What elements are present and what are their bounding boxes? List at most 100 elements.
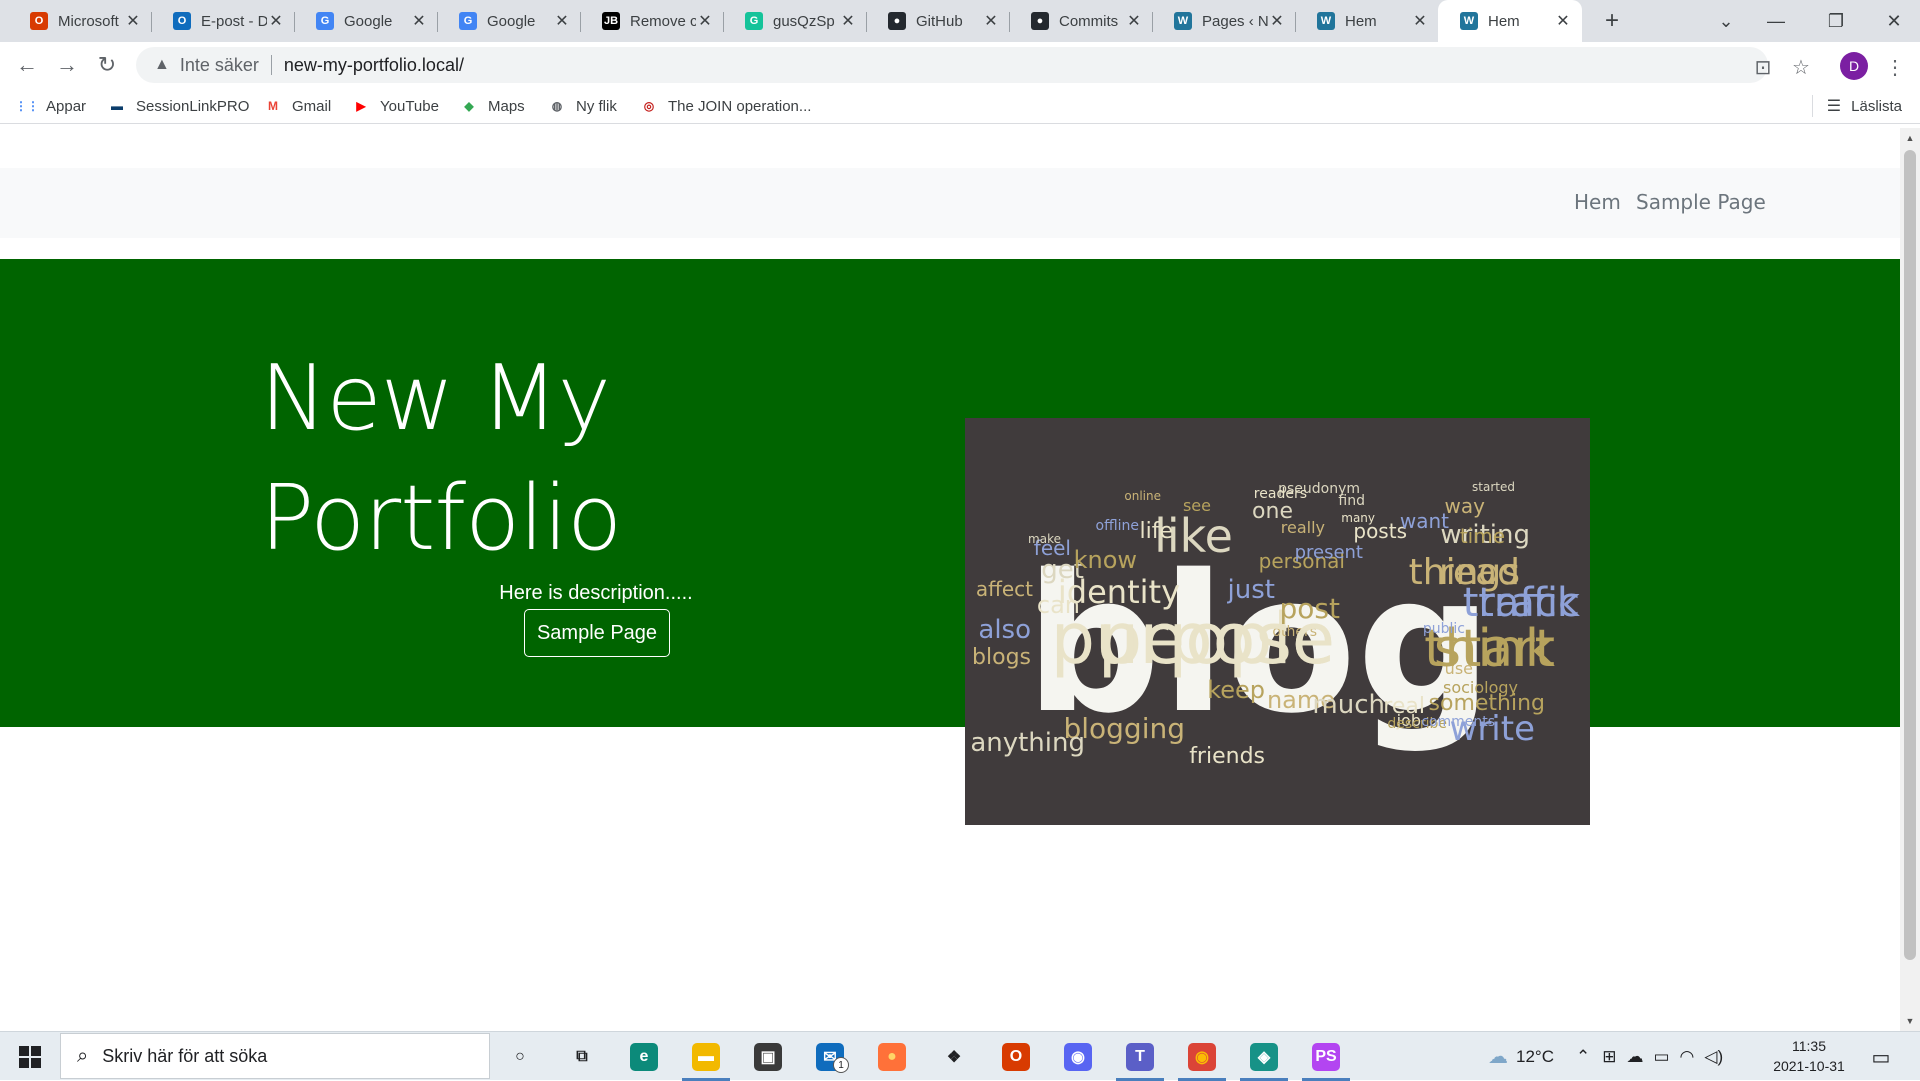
tab-9[interactable]: W Pages ‹ N ✕ [1152,0,1296,42]
weather-icon[interactable]: ☁ [1488,1044,1508,1069]
start-button[interactable] [0,1032,60,1081]
bookmark-5[interactable]: ◆ Maps [460,94,524,118]
tab-5[interactable]: JB Remove c ✕ [580,0,724,42]
scroll-thumb[interactable] [1904,150,1916,960]
notification-center-icon[interactable]: ▭ [1866,1042,1896,1072]
wordpress-icon: W [1174,12,1192,30]
wordpress-icon: W [1317,12,1335,30]
new-tab-icon[interactable]: + [1596,0,1628,42]
url-text[interactable]: new-my-portfolio.local/ [284,55,464,76]
tab-title: Commits [1059,12,1119,30]
bookmark-label: Ny flik [576,97,617,115]
reading-list-icon: ☰ [1826,98,1842,115]
chevron-down-icon[interactable]: ⌄ [1706,0,1746,42]
close-tab-icon[interactable]: ✕ [410,11,428,31]
office-taskbar-button[interactable]: O [987,1032,1045,1081]
hero-section: New My Portfolio Here is description....… [0,259,1900,825]
taskbar-clock[interactable]: 11:35 2021-10-31 [1764,1036,1854,1076]
tab-7[interactable]: ● GitHub ✕ [866,0,1010,42]
reading-list-button[interactable]: ☰ Läslista [1811,94,1902,118]
word-cloud-word: present [1295,542,1363,563]
translate-icon[interactable]: ⊡ [1748,52,1778,82]
tab-3[interactable]: G Google ✕ [294,0,438,42]
close-tab-icon[interactable]: ✕ [267,11,285,31]
close-tab-icon[interactable]: ✕ [124,11,142,31]
onedrive-icon[interactable]: ☁ [1626,1047,1643,1067]
hero-title: New My Portfolio [260,346,622,571]
close-tab-icon[interactable]: ✕ [982,11,1000,31]
close-window-icon[interactable]: ✕ [1874,0,1914,42]
mail-taskbar-button[interactable]: ✉ 1 [801,1032,859,1081]
teams-taskbar-button[interactable]: T [1111,1032,1169,1081]
close-tab-icon[interactable]: ✕ [1554,11,1572,31]
scroll-down-icon[interactable]: ▼ [1900,1013,1920,1029]
bookmark-6[interactable]: ◍ Ny flik [548,94,617,118]
close-tab-icon[interactable]: ✕ [553,11,571,31]
tab-11[interactable]: W Hem ✕ [1438,0,1582,42]
tab-10[interactable]: W Hem ✕ [1295,0,1439,42]
reload-icon[interactable]: ↻ [92,50,122,80]
bookmark-3[interactable]: M Gmail [264,94,331,118]
tab-title: GitHub [916,12,963,30]
tab-title: Microsoft [58,12,119,30]
scroll-up-icon[interactable]: ▲ [1900,130,1920,146]
store-taskbar-button[interactable]: ▣ [739,1032,797,1081]
word-cloud-word: keep [1207,676,1265,704]
tab-title: gusQzSp [773,12,835,30]
phpstorm-icon: PS [1312,1042,1340,1071]
word-cloud-word: started [1472,480,1515,494]
cortana-taskbar-button[interactable]: ○ [491,1032,549,1081]
menu-dots-icon[interactable]: ⋮ [1880,52,1910,82]
taskbar-search-input[interactable]: ⌕ Skriv här för att söka [60,1033,490,1079]
minimize-icon[interactable]: — [1756,0,1796,42]
wifi-icon[interactable]: ◠ [1680,1047,1695,1067]
bookmark-2[interactable]: ▬ SessionLinkPRO [108,94,249,118]
firefox-taskbar-button[interactable]: ● [863,1032,921,1081]
close-tab-icon[interactable]: ✕ [839,11,857,31]
nav-link-hem[interactable]: Hem [1574,190,1621,214]
tray-chevron-icon[interactable]: ⌃ [1576,1047,1590,1067]
word-cloud-word: time [1460,524,1505,548]
meet-now-icon[interactable]: ⊞ [1602,1047,1616,1067]
gitkraken-icon: ◈ [1250,1042,1278,1071]
bookmarks-bar: ◎ The JOIN operation... ◍ Ny flik ◆ Maps ▶ YouT… [0,88,1920,124]
sample-page-button[interactable]: Sample Page [524,609,670,657]
close-tab-icon[interactable]: ✕ [696,11,714,31]
bookmark-4[interactable]: ▶ YouTube [352,94,439,118]
page-scrollbar[interactable]: ▲ ▼ [1900,128,1920,1031]
word-cloud-word: life [1139,519,1173,544]
dropbox-taskbar-button[interactable]: ❖ [925,1032,983,1081]
restore-icon[interactable]: ❐ [1816,0,1856,42]
word-cloud-word: start [1434,619,1555,679]
nav-link-sample-page[interactable]: Sample Page [1636,190,1766,214]
battery-icon[interactable]: ▭ [1653,1047,1669,1067]
volume-icon[interactable]: ◁) [1704,1047,1723,1067]
file-explorer-taskbar-button[interactable]: ▬ [677,1032,735,1081]
bookmark-7[interactable]: ◎ The JOIN operation... [640,94,812,118]
task-view-taskbar-button[interactable]: ⧉ [553,1032,611,1081]
address-bar[interactable]: ▲ Inte säker new-my-portfolio.local/ [136,47,1768,83]
close-tab-icon[interactable]: ✕ [1125,11,1143,31]
tab-2[interactable]: O E-post - D ✕ [151,0,295,42]
gitkraken-taskbar-button[interactable]: ◈ [1235,1032,1293,1081]
profile-avatar[interactable]: D [1840,52,1868,80]
tab-1[interactable]: O Microsoft ✕ [8,0,152,42]
chrome-taskbar-button[interactable]: ◉ [1173,1032,1231,1081]
bookmark-star-icon[interactable]: ☆ [1786,52,1816,82]
back-arrow-icon[interactable]: ← [12,50,42,80]
forward-arrow-icon[interactable]: → [52,50,82,80]
sqlzoo-icon: ◎ [643,99,655,113]
bookmark-1[interactable]: ⋮⋮ Appar [15,94,86,118]
tab-4[interactable]: G Google ✕ [437,0,581,42]
tab-6[interactable]: GgusQzSp ✕ [723,0,867,42]
edge-taskbar-button[interactable]: e [615,1032,673,1081]
word-cloud-word: friends [1189,744,1265,769]
close-tab-icon[interactable]: ✕ [1411,11,1429,31]
tab-8[interactable]: ● Commits ✕ [1009,0,1153,42]
store-icon: ▣ [754,1042,782,1071]
weather-temperature[interactable]: 12°C [1516,1047,1554,1067]
dropbox-icon: ❖ [946,1048,962,1066]
discord-taskbar-button[interactable]: ◉ [1049,1032,1107,1081]
close-tab-icon[interactable]: ✕ [1268,11,1286,31]
phpstorm-taskbar-button[interactable]: PS [1297,1032,1355,1081]
